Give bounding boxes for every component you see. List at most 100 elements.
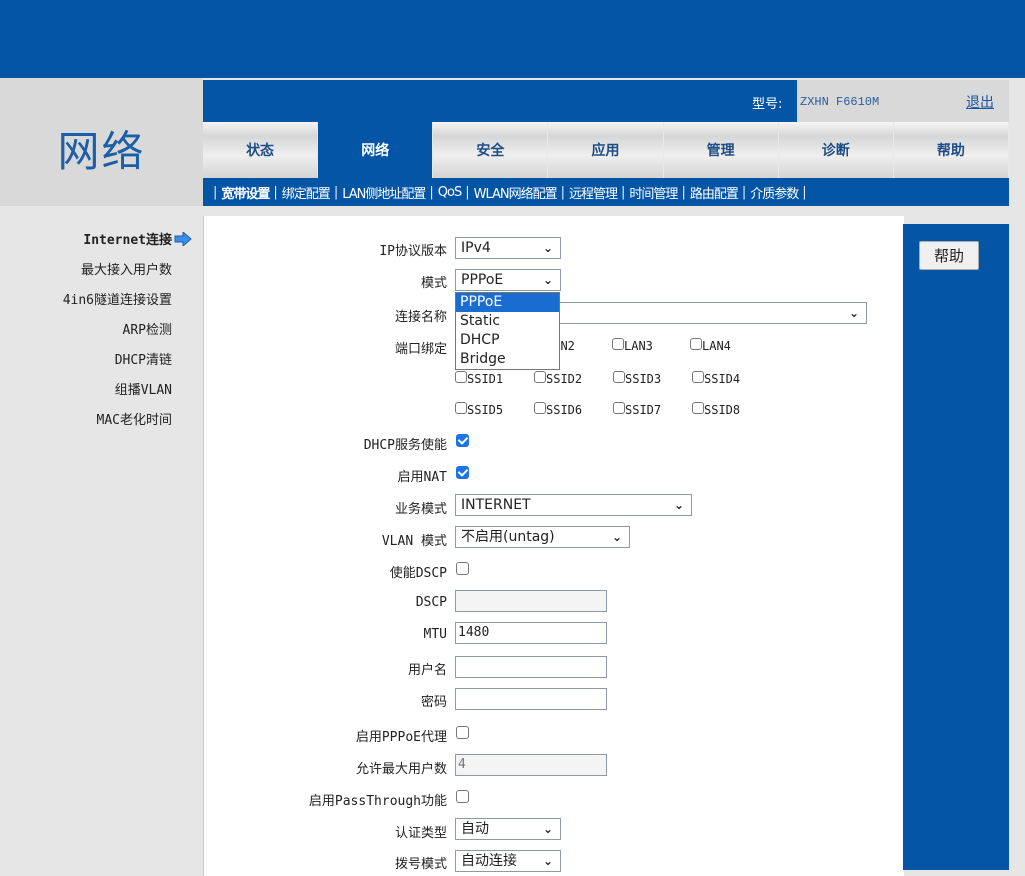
divider: | bbox=[429, 184, 434, 200]
mode-option-static[interactable]: Static bbox=[456, 312, 559, 331]
pppoe-proxy-checkbox[interactable] bbox=[456, 726, 469, 739]
port-ssid4[interactable]: SSID4 bbox=[692, 371, 740, 386]
divider: | bbox=[560, 184, 566, 200]
checkbox[interactable] bbox=[613, 371, 625, 383]
auth-type-select[interactable]: 自动 ⌄ bbox=[455, 818, 561, 840]
logout-link[interactable]: 退出 bbox=[966, 92, 994, 112]
port-label: SSID7 bbox=[625, 403, 662, 417]
checkbox[interactable] bbox=[612, 338, 624, 350]
checkbox[interactable] bbox=[455, 402, 467, 414]
divider: | bbox=[621, 184, 626, 200]
subnav-routing[interactable]: 路由配置 bbox=[690, 183, 739, 202]
tab-status[interactable]: 状态 bbox=[203, 122, 319, 178]
vlan-mode-select[interactable]: 不启用(untag) ⌄ bbox=[455, 526, 630, 548]
chevron-down-icon: ⌄ bbox=[542, 273, 553, 287]
dscp-label: DSCP bbox=[415, 595, 447, 610]
help-button[interactable]: 帮助 bbox=[919, 241, 979, 270]
model-label: 型号: bbox=[752, 97, 783, 112]
mode-option-dhcp[interactable]: DHCP bbox=[456, 331, 559, 350]
sidebar-item-internet-connection[interactable]: Internet连接 bbox=[0, 226, 192, 256]
subnav-remote-management[interactable]: 远程管理 bbox=[569, 183, 618, 202]
port-binding-label: 端口绑定 bbox=[394, 342, 447, 357]
port-label: SSID3 bbox=[625, 372, 662, 386]
checkbox[interactable] bbox=[534, 371, 546, 383]
dscp-input[interactable] bbox=[455, 590, 607, 612]
port-ssid7[interactable]: SSID7 bbox=[613, 402, 661, 417]
port-lan3[interactable]: LAN3 bbox=[612, 338, 653, 353]
password-input[interactable] bbox=[455, 688, 607, 710]
sidebar-item-max-users[interactable]: 最大接入用户数 bbox=[0, 256, 192, 286]
port-ssid3[interactable]: SSID3 bbox=[613, 371, 661, 386]
port-ssid8[interactable]: SSID8 bbox=[692, 402, 740, 417]
port-label: LAN3 bbox=[624, 339, 653, 353]
dial-mode-select[interactable]: 自动连接 ⌄ bbox=[455, 850, 561, 872]
checkbox[interactable] bbox=[613, 402, 625, 414]
subnav-broadband[interactable]: 宽带设置 bbox=[221, 183, 270, 202]
dial-mode-label: 拨号模式 bbox=[394, 857, 447, 872]
mtu-input[interactable]: 1480 bbox=[455, 622, 607, 644]
mode-dropdown-list: PPPoE Static DHCP Bridge bbox=[455, 292, 560, 370]
tab-diagnosis[interactable]: 诊断 bbox=[778, 122, 894, 178]
sidebar-item-label: Internet连接 bbox=[83, 233, 172, 248]
ip-version-label: IP协议版本 bbox=[379, 244, 447, 259]
subnav-qos[interactable]: QoS bbox=[438, 185, 462, 200]
mode-option-pppoe[interactable]: PPPoE bbox=[456, 293, 559, 312]
service-mode-label: 业务模式 bbox=[394, 502, 447, 517]
help-panel bbox=[903, 224, 1009, 870]
tab-security[interactable]: 安全 bbox=[433, 122, 549, 178]
checkbox[interactable] bbox=[534, 402, 546, 414]
chevron-down-icon: ⌄ bbox=[542, 241, 553, 255]
subnav-media-params[interactable]: 介质参数 bbox=[750, 183, 799, 202]
mtu-label: MTU bbox=[423, 627, 447, 642]
port-label: SSID8 bbox=[704, 403, 741, 417]
subnav-wlan[interactable]: WLAN网络配置 bbox=[474, 183, 558, 202]
sidebar-item-dhcp-clear[interactable]: DHCP清链 bbox=[0, 346, 192, 376]
port-label: SSID1 bbox=[467, 372, 504, 386]
chevron-down-icon: ⌄ bbox=[542, 854, 553, 868]
tab-network[interactable]: 网络 bbox=[318, 122, 434, 178]
port-label: SSID5 bbox=[467, 403, 504, 417]
port-ssid6[interactable]: SSID6 bbox=[534, 402, 582, 417]
pppoe-proxy-label: 启用PPPoE代理 bbox=[355, 730, 447, 745]
service-mode-select[interactable]: INTERNET ⌄ bbox=[455, 494, 692, 516]
enable-nat-checkbox[interactable] bbox=[456, 466, 469, 479]
mode-option-bridge[interactable]: Bridge bbox=[456, 350, 559, 369]
subnav-lan-address[interactable]: LAN侧地址配置 bbox=[342, 183, 426, 202]
sidebar-item-4in6-tunnel[interactable]: 4in6隧道连接设置 bbox=[0, 286, 192, 316]
port-ssid2[interactable]: SSID2 bbox=[534, 371, 582, 386]
passthrough-label: 启用PassThrough功能 bbox=[308, 794, 447, 809]
subnav-binding[interactable]: 绑定配置 bbox=[282, 183, 331, 202]
model-value: ZXHN F6610M bbox=[800, 95, 880, 109]
port-lan4[interactable]: LAN4 bbox=[690, 338, 731, 353]
ip-version-select[interactable]: IPv4 ⌄ bbox=[455, 237, 561, 259]
checkbox[interactable] bbox=[690, 338, 702, 350]
sidebar-item-arp-detection[interactable]: ARP检测 bbox=[0, 316, 192, 346]
dhcp-service-label: DHCP服务使能 bbox=[363, 438, 447, 453]
port-label: LAN4 bbox=[702, 339, 731, 353]
sidebar-item-mac-aging[interactable]: MAC老化时间 bbox=[0, 406, 192, 436]
sidebar: Internet连接 最大接入用户数 4in6隧道连接设置 ARP检测 DHCP… bbox=[0, 226, 192, 436]
checkbox[interactable] bbox=[692, 371, 704, 383]
max-users-label: 允许最大用户数 bbox=[355, 762, 447, 777]
vlan-mode-label: VLAN 模式 bbox=[381, 534, 447, 549]
dhcp-service-checkbox[interactable] bbox=[456, 434, 469, 447]
auth-type-value: 自动 bbox=[461, 821, 489, 837]
checkbox[interactable] bbox=[455, 371, 467, 383]
tab-help[interactable]: 帮助 bbox=[893, 122, 1009, 178]
mode-select[interactable]: PPPoE ⌄ bbox=[455, 269, 561, 291]
port-label: SSID2 bbox=[546, 372, 583, 386]
vlan-mode-value: 不启用(untag) bbox=[461, 529, 555, 545]
passthrough-checkbox[interactable] bbox=[456, 790, 469, 803]
sidebar-item-multicast-vlan[interactable]: 组播VLAN bbox=[0, 376, 192, 406]
enable-dscp-checkbox[interactable] bbox=[456, 562, 469, 575]
port-ssid5[interactable]: SSID5 bbox=[455, 402, 503, 417]
dial-mode-value: 自动连接 bbox=[461, 853, 517, 869]
subnav-time-management[interactable]: 时间管理 bbox=[629, 183, 678, 202]
chevron-down-icon: ⌄ bbox=[611, 530, 622, 544]
tab-management[interactable]: 管理 bbox=[663, 122, 779, 178]
tab-application[interactable]: 应用 bbox=[548, 122, 664, 178]
max-users-input[interactable]: 4 bbox=[455, 754, 607, 776]
port-ssid1[interactable]: SSID1 bbox=[455, 371, 503, 386]
checkbox[interactable] bbox=[692, 402, 704, 414]
username-input[interactable] bbox=[455, 656, 607, 678]
